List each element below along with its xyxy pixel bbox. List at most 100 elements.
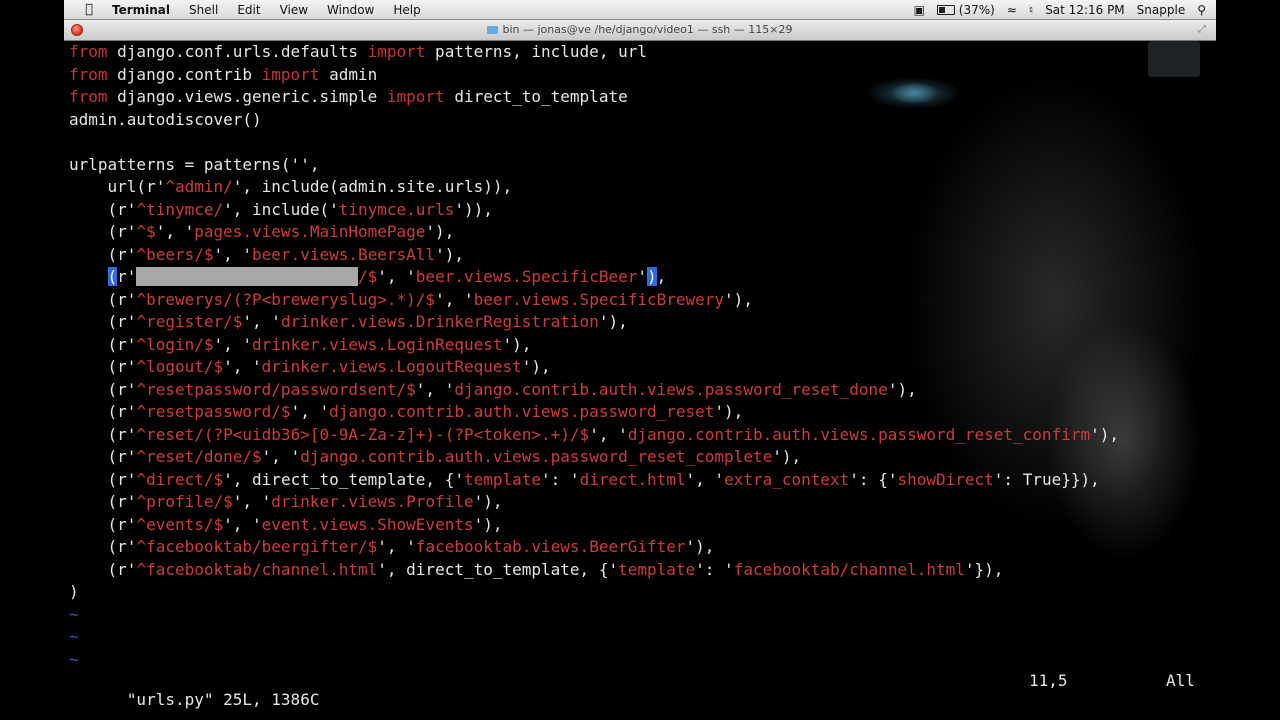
menu-view[interactable]: View — [280, 3, 308, 17]
code-line[interactable]: (r'^tinymce/', include('tinymce.urls')), — [69, 199, 1119, 222]
wifi-icon[interactable]: ≈ — [1007, 3, 1017, 17]
code-line[interactable]: (r'^facebooktab/channel.html', direct_to… — [69, 559, 1119, 582]
code-token: direct.html — [579, 469, 686, 489]
code-token: ', include(' — [223, 199, 339, 219]
apple-menu-icon[interactable]:  — [80, 2, 98, 17]
code-line[interactable]: (r'^facebooktab/beergifter/$', 'facebook… — [69, 536, 1119, 559]
code-token: ', ' — [223, 357, 262, 376]
code-line[interactable]: (r'^$', 'pages.views.MainHomePage'), — [69, 221, 1119, 244]
code-token: import — [261, 64, 320, 84]
fullscreen-icon[interactable]: ⤢ — [1198, 24, 1210, 36]
code-line[interactable]: (r'^beers/(?P<beerslug>.*)/$', 'beer.vie… — [69, 266, 1119, 289]
window-titlebar[interactable]: bin — jonas@ve /he/django/video1 — ssh —… — [64, 20, 1216, 41]
code-token: ^reset/done/$ — [136, 447, 262, 466]
code-token: (r' — [69, 447, 137, 466]
menu-app-terminal[interactable]: Terminal — [112, 3, 170, 17]
code-token: ', ' — [213, 334, 253, 354]
code-token: (r' — [69, 289, 137, 309]
code-line[interactable]: ) — [69, 581, 1119, 604]
code-token: ^login/$ — [136, 334, 214, 354]
code-token: import — [367, 42, 426, 61]
code-token: ^profile/$ — [136, 492, 233, 511]
code-token: django.contrib.auth.views.password_reset… — [627, 424, 1091, 444]
code-line[interactable]: (r'^events/$', 'event.views.ShowEvents')… — [69, 514, 1119, 537]
code-line[interactable]: ~ — [69, 649, 1119, 672]
code-token: '), — [1090, 424, 1119, 444]
code-line[interactable]: (r'^reset/(?P<uidb36>[0-9A-Za-z]+)-(?P<t… — [69, 424, 1119, 447]
code-token: ^admin/ — [165, 177, 233, 196]
code-token: extra_context — [724, 469, 850, 489]
code-line[interactable]: (r'^brewerys/(?P<breweryslug>.*)/$', 'be… — [69, 289, 1119, 312]
code-token: ' — [637, 267, 647, 286]
code-token: ^logout/$ — [136, 357, 224, 376]
code-token: (r' — [69, 334, 137, 354]
code-token: django.contrib.auth.views.password_reset — [329, 402, 715, 421]
code-token: import — [386, 87, 445, 106]
menu-shell[interactable]: Shell — [189, 3, 218, 17]
code-line[interactable]: from django.conf.urls.defaults import pa… — [69, 41, 1119, 64]
clock[interactable]: Sat 12:16 PM — [1045, 3, 1124, 17]
code-line[interactable]: ~ — [69, 626, 1119, 649]
code-token: '), — [772, 447, 802, 466]
code-token: patterns, include, url — [425, 42, 647, 61]
code-line[interactable]: ​ — [69, 131, 1119, 154]
menu-window[interactable]: Window — [327, 3, 374, 17]
code-token: ^beers/(?P<beerslug>.*) — [136, 267, 358, 286]
empty-line-marker: ~ — [69, 604, 79, 624]
code-token: ': {' — [849, 469, 898, 489]
code-line[interactable]: (r'^beers/$', 'beer.views.BeersAll'), — [69, 244, 1119, 267]
code-line[interactable]: (r'^resetpassword/passwordsent/$', 'djan… — [69, 379, 1119, 402]
vim-buffer[interactable]: from django.conf.urls.defaults import pa… — [69, 41, 1119, 671]
code-line[interactable]: (r'^profile/$', 'drinker.views.Profile')… — [69, 491, 1119, 514]
code-token: ^resetpassword/passwordsent/$ — [136, 379, 416, 399]
spotlight-search-icon[interactable]: ⚲ — [1197, 3, 1206, 17]
code-token: '), — [502, 334, 532, 354]
code-line[interactable]: admin.autodiscover() — [69, 109, 1119, 132]
code-token: drinker.views.DrinkerRegistration — [280, 312, 599, 331]
code-line[interactable]: (r'^direct/$', direct_to_template, {'tem… — [69, 469, 1119, 492]
user-menu[interactable]: Snapple — [1137, 3, 1186, 17]
menu-bar:  Terminal Shell Edit View Window Help ▣… — [64, 0, 1216, 20]
code-line[interactable]: from django.views.generic.simple import … — [69, 86, 1119, 109]
code-line[interactable]: (r'^register/$', 'drinker.views.DrinkerR… — [69, 311, 1119, 334]
battery-indicator[interactable]: (37%) — [936, 3, 995, 17]
code-token: from — [69, 64, 108, 84]
code-token: ) — [69, 582, 79, 601]
code-line[interactable]: (r'^resetpassword/$', 'django.contrib.au… — [69, 401, 1119, 424]
code-token: django.conf.urls.defaults — [107, 42, 368, 61]
menu-edit[interactable]: Edit — [237, 3, 260, 17]
empty-line-marker: ~ — [69, 627, 79, 646]
code-line[interactable]: from django.contrib import admin — [69, 64, 1119, 87]
volume-icon[interactable]: ♮ — [1029, 3, 1033, 17]
code-token: '), — [425, 222, 455, 241]
code-line[interactable]: (r'^login/$', 'drinker.views.LoginReques… — [69, 334, 1119, 357]
code-token: drinker.views.LogoutRequest — [261, 357, 522, 376]
code-token: ': True}}), — [993, 469, 1100, 489]
code-token: (r' — [69, 514, 137, 534]
code-token: (r' — [69, 312, 137, 331]
code-token: ', ' — [589, 424, 628, 444]
code-token: (r' — [69, 402, 137, 421]
code-token: ', ' — [377, 267, 416, 286]
code-line[interactable]: (r'^reset/done/$', 'django.contrib.auth.… — [69, 446, 1119, 469]
code-token: ', ' — [377, 537, 416, 556]
corner-widget — [1148, 41, 1200, 77]
code-line[interactable]: (r'^logout/$', 'drinker.views.LogoutRequ… — [69, 356, 1119, 379]
folder-icon — [487, 26, 499, 34]
code-line[interactable]: url(r'^admin/', include(admin.site.urls)… — [69, 176, 1119, 199]
code-token: ^facebooktab/beergifter/$ — [136, 537, 378, 556]
screen-record-icon[interactable]: ▣ — [914, 3, 925, 17]
code-token: ': ' — [541, 469, 580, 489]
code-token: urlpatterns = patterns('', — [69, 154, 320, 174]
menu-help[interactable]: Help — [393, 3, 420, 17]
code-token: '), — [685, 537, 715, 556]
code-token: template — [463, 469, 542, 489]
terminal-view[interactable]: from django.conf.urls.defaults import pa… — [64, 41, 1216, 720]
code-token: '), — [598, 312, 628, 331]
code-token: ', direct_to_template, {' — [223, 469, 464, 489]
code-line[interactable]: ~ — [69, 604, 1119, 627]
code-line[interactable]: urlpatterns = patterns('', — [69, 154, 1119, 177]
code-token: beer.views.SpecificBeer — [415, 267, 638, 286]
code-token: /$ — [358, 267, 378, 286]
